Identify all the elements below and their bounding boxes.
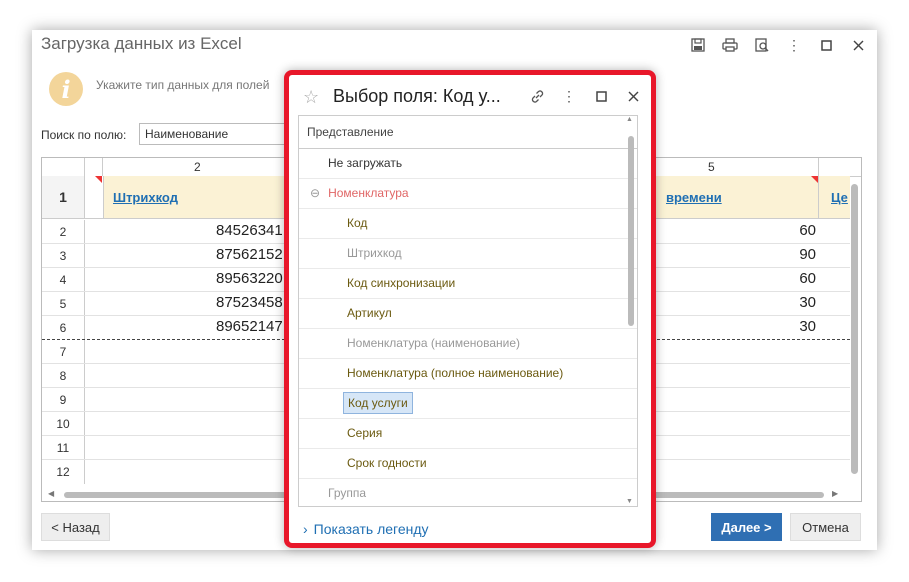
header-link-barcode[interactable]: Штрихкод [113, 190, 178, 205]
search-input[interactable]: Наименование [139, 123, 289, 145]
collapse-icon[interactable]: ⊖ [310, 186, 320, 200]
list-item[interactable]: Артикул [299, 299, 637, 329]
scroll-up-icon[interactable]: ▲ [626, 116, 633, 123]
maximize-icon[interactable] [817, 36, 835, 54]
list-item[interactable]: Штрихкод [299, 239, 637, 269]
row-number: 9 [42, 388, 85, 412]
time-cell: 60 [799, 270, 816, 287]
dialog-title-buttons: ⋮ [529, 88, 641, 104]
row-number: 1 [42, 176, 85, 218]
more-icon[interactable]: ⋮ [785, 36, 803, 54]
cancel-button[interactable]: Отмена [790, 513, 861, 541]
print-icon[interactable] [721, 36, 739, 54]
close-icon[interactable] [849, 36, 867, 54]
row-number: 2 [42, 220, 85, 244]
field-list[interactable]: Представление Не загружать ⊖ Номенклатура… [298, 115, 638, 507]
marker-icon [811, 176, 818, 183]
list-item[interactable]: Не загружать [299, 149, 637, 179]
column-number: 5 [708, 160, 715, 174]
window-title: Загрузка данных из Excel [41, 34, 242, 53]
list-item[interactable]: Номенклатура (наименование) [299, 329, 637, 359]
header-link-time[interactable]: времени [666, 190, 722, 205]
row-number: 8 [42, 364, 85, 388]
dialog-title: Выбор поля: Код у... [333, 86, 501, 106]
info-text: Укажите тип данных для полей [96, 78, 270, 92]
list-item[interactable]: Номенклатура (полное наименование) [299, 359, 637, 389]
list-scrollbar[interactable]: ▲ ▼ [626, 116, 635, 505]
marker-icon [95, 176, 102, 183]
next-button[interactable]: Далее > [711, 513, 782, 541]
row-number: 5 [42, 292, 85, 316]
scroll-down-icon[interactable]: ▼ [626, 498, 633, 505]
list-item[interactable]: Срок годности [299, 449, 637, 479]
grid-vertical-scroll-thumb[interactable] [851, 184, 858, 474]
list-item-selected[interactable]: Код услуги [299, 389, 637, 419]
list-item[interactable]: Код [299, 209, 637, 239]
row-number: 3 [42, 244, 85, 268]
list-item-group[interactable]: ⊖ Номенклатура [299, 179, 637, 209]
show-legend-link[interactable]: › Показать легенду [303, 521, 429, 537]
scroll-right-icon[interactable]: ▶ [832, 489, 838, 498]
more-icon[interactable]: ⋮ [561, 88, 577, 104]
search-label: Поиск по полю: [41, 128, 127, 142]
info-icon: i [49, 72, 83, 106]
list-item[interactable]: Код синхронизации [299, 269, 637, 299]
close-icon[interactable] [625, 88, 641, 104]
time-cell: 30 [799, 294, 816, 311]
title-buttons: ⋮ [689, 36, 867, 54]
row-number: 12 [42, 460, 85, 484]
time-cell: 60 [799, 222, 816, 239]
header-link-price[interactable]: Це [831, 190, 848, 205]
time-cell: 30 [799, 318, 816, 335]
back-button[interactable]: < Назад [41, 513, 110, 541]
maximize-icon[interactable] [593, 88, 609, 104]
list-header: Представление [299, 116, 637, 149]
row-number: 7 [42, 340, 85, 364]
row-number: 6 [42, 316, 85, 340]
link-icon[interactable] [529, 88, 545, 104]
list-item[interactable]: Группа [299, 479, 637, 506]
row-number: 10 [42, 412, 85, 436]
star-icon[interactable]: ☆ [303, 87, 319, 108]
row-number: 4 [42, 268, 85, 292]
column-number: 2 [194, 160, 201, 174]
list-item[interactable]: Серия [299, 419, 637, 449]
list-scroll-thumb[interactable] [628, 136, 634, 326]
row-number: 11 [42, 436, 85, 460]
scroll-left-icon[interactable]: ◀ [48, 489, 54, 498]
save-icon[interactable] [689, 36, 707, 54]
grid-vertical-scrollbar[interactable] [850, 176, 859, 486]
chevron-right-icon: › [303, 521, 308, 537]
time-cell: 90 [799, 246, 816, 263]
field-select-dialog: ☆ Выбор поля: Код у... ⋮ Представление Н… [284, 70, 656, 548]
preview-icon[interactable] [753, 36, 771, 54]
